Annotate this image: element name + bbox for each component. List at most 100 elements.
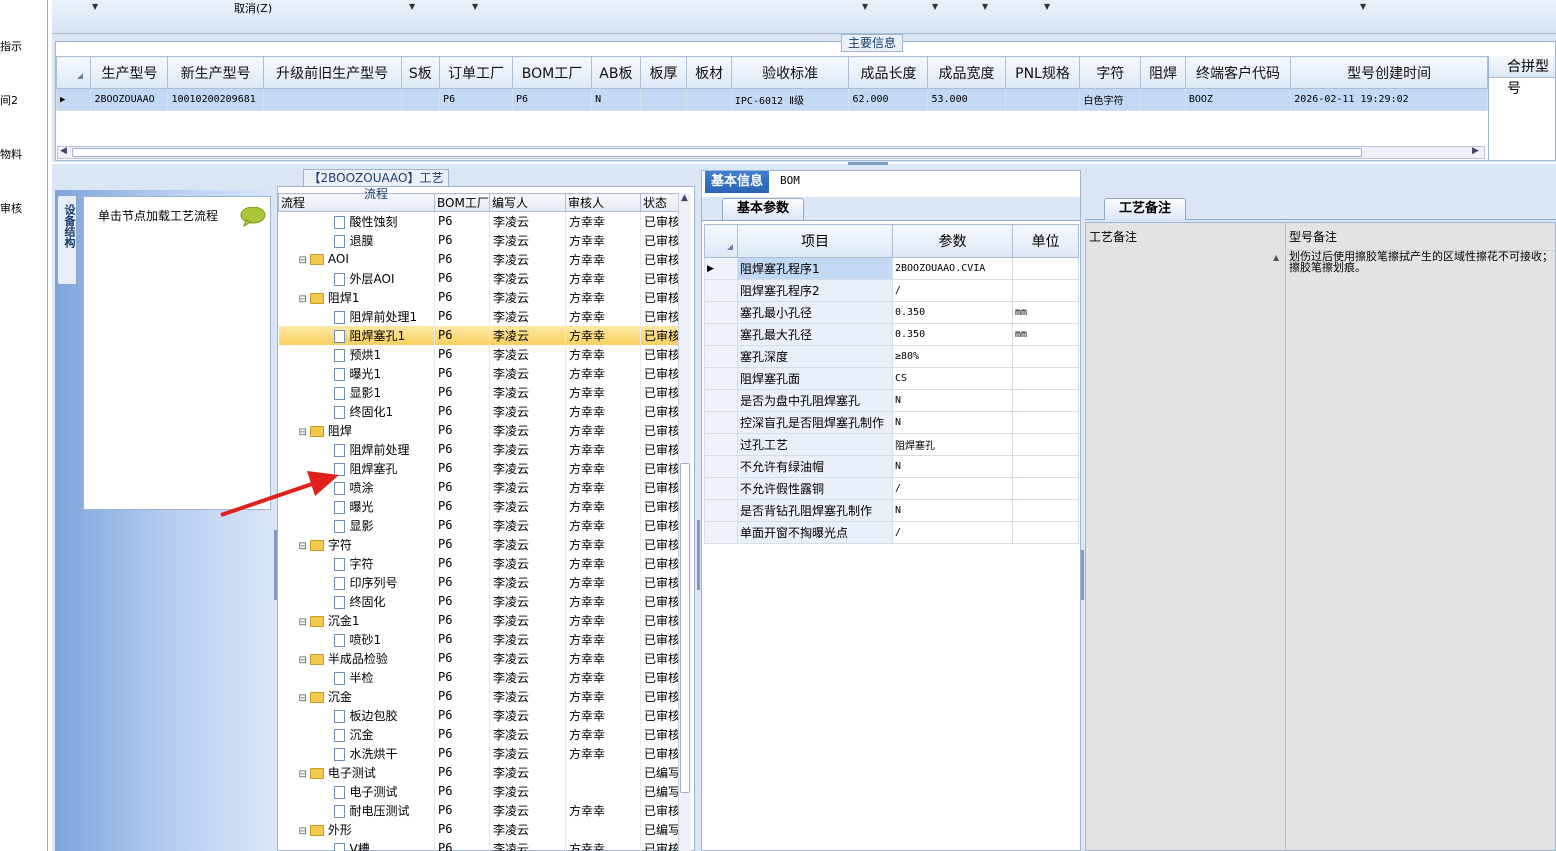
flow-writer-cell[interactable]: 李凌云 — [489, 325, 566, 345]
flow-auditor-cell[interactable]: 方幸幸 — [565, 306, 641, 326]
flow-tree-node[interactable]: ⊟ 电子测试 P6 李凌云 已编写 — [278, 762, 678, 782]
flow-status-cell[interactable]: 已审核 — [640, 363, 678, 383]
param-item-cell[interactable]: 是否背钻孔阻焊塞孔制作 — [737, 499, 893, 522]
flow-auditor-cell[interactable]: 方幸幸 — [565, 268, 641, 288]
param-unit-cell[interactable] — [1012, 499, 1079, 522]
flow-writer-cell[interactable]: 李凌云 — [489, 306, 566, 326]
flow-tree-node[interactable]: 水洗烘干 P6 李凌云 方幸幸 已审核 — [278, 743, 678, 763]
dropdown-arrow-icon[interactable]: ▼ — [1360, 2, 1366, 11]
flow-writer-cell[interactable]: 李凌云 — [489, 230, 566, 250]
flow-auditor-cell[interactable]: 方幸幸 — [565, 382, 641, 402]
param-value-cell[interactable]: / — [892, 521, 1013, 544]
flow-status-cell[interactable]: 已审核 — [640, 705, 678, 725]
flow-auditor-cell[interactable]: 方幸幸 — [565, 363, 641, 383]
param-row[interactable]: ▶ 阻焊塞孔程序1 2BOOZOUAAO.CVIA — [704, 257, 1079, 280]
flow-writer-cell[interactable]: 李凌云 — [489, 439, 566, 459]
param-item-cell[interactable]: 单面开窗不掏曝光点 — [737, 521, 893, 544]
flow-node-cell[interactable]: 水洗烘干 — [278, 743, 435, 763]
collapse-icon[interactable]: ⊟ — [299, 541, 307, 552]
collapse-icon[interactable]: ⊟ — [299, 693, 307, 704]
param-row[interactable]: 阻焊塞孔程序2/ — [704, 279, 1079, 302]
dropdown-arrow-icon[interactable]: ▼ — [92, 2, 98, 11]
process-flow-tree[interactable]: 流程 BOM工厂 编写人 审核人 状态 酸性蚀刻 P6 李凌云 方幸幸 已审核 退膜 P6 李凌云 方幸… — [278, 193, 678, 851]
flow-auditor-cell[interactable]: 方幸幸 — [565, 743, 641, 763]
scroll-thumb[interactable] — [72, 148, 1362, 157]
table-cell[interactable]: 62.000 — [848, 88, 929, 111]
flow-bom-cell[interactable]: P6 — [434, 420, 490, 440]
flow-status-cell[interactable]: 已审核 — [640, 401, 678, 421]
table-row[interactable]: ▶ 2BOOZOUAAO 10010200209681 P6 P6 N IPC-6012 Ⅱ… — [55, 88, 1488, 111]
flow-tree-node[interactable]: 显影1 P6 李凌云 方幸幸 已审核 — [278, 382, 678, 402]
flow-auditor-cell[interactable]: 方幸幸 — [565, 591, 641, 611]
column-header[interactable]: 字符 — [1079, 56, 1142, 89]
flow-node-cell[interactable]: 阻焊前处理 — [278, 439, 435, 459]
collapse-icon[interactable]: ⊟ — [299, 427, 307, 438]
flow-tree-node[interactable]: 终固化 P6 李凌云 方幸幸 已审核 — [278, 591, 678, 611]
table-cell[interactable]: 白色字符 — [1079, 88, 1142, 111]
table-cell[interactable] — [400, 88, 441, 111]
column-header[interactable]: 生产型号 — [90, 56, 169, 89]
column-header[interactable]: 单位 — [1012, 224, 1079, 258]
flow-tree-node[interactable]: ⊟ 半成品检验 P6 李凌云 方幸幸 已审核 — [278, 648, 678, 668]
param-unit-cell[interactable] — [1012, 521, 1079, 544]
collapse-icon[interactable]: ⊟ — [299, 826, 307, 837]
table-cell[interactable]: 2026-02-11 19:29:02 — [1290, 88, 1488, 111]
flow-writer-cell[interactable]: 李凌云 — [489, 800, 566, 820]
left-nav-item[interactable]: 物料 — [0, 146, 22, 162]
flow-writer-cell[interactable]: 李凌云 — [489, 534, 566, 554]
flow-tree-node[interactable]: 外层AOI P6 李凌云 方幸幸 已审核 — [278, 268, 678, 288]
flow-node-cell[interactable]: ⊟ 外形 — [278, 819, 435, 839]
flow-bom-cell[interactable]: P6 — [434, 572, 490, 592]
flow-bom-cell[interactable]: P6 — [434, 838, 490, 851]
flow-tree-node[interactable]: 板边包胶 P6 李凌云 方幸幸 已审核 — [278, 705, 678, 725]
flow-auditor-cell[interactable]: 方幸幸 — [565, 325, 641, 345]
flow-status-cell[interactable]: 已审核 — [640, 458, 678, 478]
flow-node-cell[interactable]: 外层AOI — [278, 268, 435, 288]
flow-auditor-cell[interactable] — [565, 819, 641, 839]
flow-tree-node[interactable]: 酸性蚀刻 P6 李凌云 方幸幸 已审核 — [278, 211, 678, 231]
flow-writer-cell[interactable]: 李凌云 — [489, 667, 566, 687]
flow-auditor-cell[interactable]: 方幸幸 — [565, 287, 641, 307]
flow-bom-cell[interactable]: P6 — [434, 344, 490, 364]
flow-status-cell[interactable]: 已审核 — [640, 439, 678, 459]
flow-status-cell[interactable]: 已审核 — [640, 667, 678, 687]
flow-bom-cell[interactable]: P6 — [434, 439, 490, 459]
cancel-button[interactable]: 取消(Z) — [234, 0, 272, 16]
flow-status-cell[interactable]: 已审核 — [640, 211, 678, 231]
param-row[interactable]: 单面开窗不掏曝光点 / — [704, 521, 1079, 544]
flow-auditor-cell[interactable]: 方幸幸 — [565, 610, 641, 630]
dropdown-arrow-icon[interactable]: ▼ — [1044, 2, 1050, 11]
flow-tree-node[interactable]: 阻焊塞孔1 P6 李凌云 方幸幸 已审核 — [278, 325, 678, 345]
collapse-icon[interactable]: ⊟ — [299, 769, 307, 780]
column-header[interactable]: 终端客户代码 — [1184, 56, 1292, 89]
flow-writer-cell[interactable]: 李凌云 — [489, 401, 566, 421]
flow-tree-node[interactable]: ⊟ 沉金1 P6 李凌云 方幸幸 已审核 — [278, 610, 678, 630]
flow-node-cell[interactable]: 半检 — [278, 667, 435, 687]
flow-status-cell[interactable]: 已审核 — [640, 477, 678, 497]
column-header[interactable]: 状态 — [640, 193, 678, 212]
column-header[interactable]: BOM工厂 — [434, 193, 490, 212]
flow-node-cell[interactable]: ⊟ AOI — [278, 249, 435, 269]
param-row[interactable]: 过孔工艺 阻焊塞孔 — [704, 433, 1079, 456]
flow-node-cell[interactable]: ⊟ 电子测试 — [278, 762, 435, 782]
param-unit-cell[interactable]: mm — [1012, 323, 1079, 346]
column-header[interactable]: PNL规格 — [1004, 56, 1081, 89]
left-nav-item[interactable]: 审核 — [0, 200, 22, 216]
flow-bom-cell[interactable]: P6 — [434, 686, 490, 706]
flow-tree-node[interactable]: 喷砂1 P6 李凌云 方幸幸 已审核 — [278, 629, 678, 649]
flow-tree-node[interactable]: 字符 P6 李凌云 方幸幸 已审核 — [278, 553, 678, 573]
flow-auditor-cell[interactable] — [565, 781, 641, 801]
flow-status-cell[interactable]: 已审核 — [640, 534, 678, 554]
column-header[interactable]: 新生产型号 — [167, 56, 264, 89]
tab-basic-info[interactable]: 基本信息 — [705, 171, 769, 193]
flow-bom-cell[interactable]: P6 — [434, 249, 490, 269]
flow-writer-cell[interactable]: 李凌云 — [489, 591, 566, 611]
flow-status-cell[interactable]: 已审核 — [640, 287, 678, 307]
flow-node-cell[interactable]: 沉金 — [278, 724, 435, 744]
param-unit-cell[interactable] — [1012, 279, 1079, 302]
flow-status-cell[interactable]: 已编写 — [640, 762, 678, 782]
column-header[interactable]: 板厚 — [639, 56, 688, 89]
flow-node-cell[interactable]: 电子测试 — [278, 781, 435, 801]
column-header[interactable]: 升级前旧生产型号 — [262, 56, 402, 89]
flow-node-cell[interactable]: 耐电压测试 — [278, 800, 435, 820]
